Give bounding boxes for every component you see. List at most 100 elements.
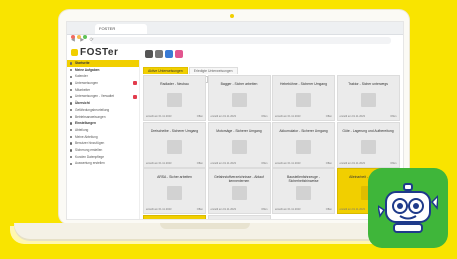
menu-icon <box>70 82 73 85</box>
sidebar-item[interactable]: Meine Abteilung <box>67 134 139 141</box>
menu-icon <box>70 102 73 105</box>
sidebar-item-label: Unterweisungen <box>75 81 99 86</box>
course-title: Bagger - Sicher arbeiten <box>220 82 258 86</box>
course-thumbnail-icon <box>296 139 311 154</box>
course-meta: Offen erstellt am 01.11.2023 <box>146 208 203 211</box>
sidebar-item[interactable]: Kalender <box>67 73 139 80</box>
course-date: erstellt am 01.11.2023 <box>210 208 236 211</box>
sidebar-item-label: Unterweisungen - Verwaltet <box>75 94 114 99</box>
course-thumbnail-icon <box>360 93 376 107</box>
sidebar-item[interactable]: Meine Aufgaben <box>67 67 139 74</box>
laptop-camera <box>230 14 234 18</box>
menu-icon <box>70 95 73 99</box>
course-meta: Offen erstellt am 01.11.2023 <box>211 162 268 165</box>
sidebar-item[interactable]: Startseite <box>67 60 139 67</box>
course-title: Hebebühne - Sicherer Umgang <box>280 82 327 86</box>
sidebar-item[interactable]: Betriebsanweisungen <box>67 114 139 121</box>
course-card[interactable]: Motorsäge - Sicherer Umgang Offen erstellt… <box>207 121 271 168</box>
course-thumbnail-icon <box>167 93 182 107</box>
menu-icon <box>70 122 73 125</box>
course-card[interactable]: Traktor - Sicher unterwegs Offen erstellt … <box>336 75 400 121</box>
sidebar-item-label: Übersicht <box>75 101 90 106</box>
course-card[interactable]: Akkumulator - Sicherer Umgang Offen erstel… <box>272 121 335 168</box>
sidebar-item[interactable]: Sicherung erstellen <box>67 147 139 154</box>
sidebar-item[interactable]: Unterweisungen <box>67 80 139 87</box>
sidebar: Startseite Meine Aufgaben Kalender Unterwei… <box>67 60 140 219</box>
course-card[interactable]: Teleskoplader - Sicherer UmgangOffenerst… <box>207 214 271 219</box>
robot-mascot-icon <box>378 183 438 233</box>
course-card[interactable]: Bagger - Sicher arbeiten Offen erstellt am… <box>207 75 271 121</box>
globe-icon[interactable] <box>165 50 173 58</box>
menu-icon <box>70 115 73 119</box>
browser-nav-icons[interactable]: ◀ ▶ ⟳ <box>71 37 96 43</box>
sidebar-item-label: Sicherung erstellen <box>75 147 103 152</box>
course-meta: Offen erstellt am 01.11.2023 <box>340 115 397 118</box>
course-title: Gefahrstoffverzeichnisse - Ablauf kennen… <box>214 175 264 183</box>
course-meta: Offen erstellt am 01.11.2023 <box>146 115 203 118</box>
logo-text: FOSTer <box>80 47 119 58</box>
grid-icon[interactable] <box>145 50 153 58</box>
menu-icon <box>70 68 73 72</box>
course-card[interactable]: Güte - Lagerung und Aufbereitung Offen ers… <box>336 121 400 168</box>
course-status: Offen <box>325 208 332 211</box>
course-title: Radlader - Neubau <box>160 82 189 86</box>
sidebar-item-label: Abteilung <box>75 127 89 132</box>
address-bar[interactable]: ◀ ▶ ⟳ <box>71 37 391 44</box>
sidebar-item[interactable]: Abteilung <box>67 127 139 134</box>
sidebar-item[interactable]: Benutzer hinzufügen <box>67 140 139 147</box>
course-title: Traktor - Sicher unterwegs <box>348 82 388 86</box>
course-date: erstellt am 01.11.2023 <box>210 115 236 118</box>
sidebar-item[interactable]: Unterweisungen - Verwaltet <box>67 93 139 100</box>
course-date: erstellt am 01.11.2023 <box>275 115 301 118</box>
sidebar-item[interactable]: Einstellungen <box>67 120 139 127</box>
image-icon[interactable] <box>175 50 183 58</box>
sidebar-item[interactable]: Auswertung erstellen <box>67 160 139 167</box>
course-title: Akkumulator - Sicherer Umgang <box>279 128 328 133</box>
menu-icon <box>70 109 73 112</box>
course-status: Offen <box>390 161 397 165</box>
course-meta: Offen erstellt am 01.11.2023 <box>211 115 268 118</box>
course-date: erstellt am 01.11.2023 <box>146 161 172 165</box>
menu-icon <box>70 75 73 78</box>
course-meta: Offen erstellt am 01.11.2023 <box>211 208 268 211</box>
course-thumbnail-icon <box>231 186 247 200</box>
course-date: erstellt am 01.11.2023 <box>210 161 236 165</box>
course-card[interactable]: Gefahrstoffverzeichnisse - Ablauf kennen… <box>207 168 271 214</box>
course-title: ARSA - Sicher arbeiten <box>157 175 192 179</box>
sidebar-item-label: Kunden Datenpflege <box>75 154 105 159</box>
laptop-hinge <box>160 223 250 229</box>
course-meta: Offen erstellt am 01.11.2023 <box>275 162 332 165</box>
course-card[interactable]: ARSA - Sicher arbeiten Offen erstellt am 0… <box>143 168 206 214</box>
browser-tab[interactable]: FOSTER <box>95 24 147 34</box>
course-thumbnail-icon <box>231 93 247 107</box>
menu-icon <box>70 162 73 165</box>
course-thumbnail-icon <box>360 139 376 154</box>
course-title: Güte - Lagerung und Aufbereitung <box>342 128 394 133</box>
course-thumbnail-icon <box>167 186 182 200</box>
sidebar-item-label: Auswertung erstellen <box>75 161 105 166</box>
course-status: Offen <box>196 208 203 211</box>
course-card[interactable]: Hebebühne - Sicherer Umgang Offen erstellt… <box>272 75 335 121</box>
sidebar-item[interactable]: Gefährdungsbeurteilung <box>67 107 139 114</box>
laptop-screen: FOSTER ◀ ▶ ⟳ FOSTer Startseite Meine Aufg… <box>66 21 404 220</box>
course-meta: Offen erstellt am 01.11.2023 <box>146 162 203 165</box>
course-card[interactable]: Baustellenfahrzeuge - Sicherheitshinweis… <box>272 168 335 214</box>
course-status: Offen <box>390 115 397 118</box>
sidebar-item[interactable]: Übersicht <box>67 100 139 107</box>
course-meta: Offen erstellt am 01.11.2023 <box>275 208 332 211</box>
sidebar-item[interactable]: Mitarbeiter <box>67 87 139 94</box>
course-meta: Offen erstellt am 01.11.2023 <box>275 115 332 118</box>
document-icon[interactable] <box>155 50 163 58</box>
course-card[interactable]: Radlader - Neubau Offen erstellt am 01.11.… <box>143 75 206 121</box>
course-status: Offen <box>325 161 332 165</box>
course-card[interactable]: Dreischeibe - Sicherer Umgang Offen erstel… <box>143 121 206 168</box>
course-title: Motorsäge - Sicherer Umgang <box>216 128 262 133</box>
course-status: Offen <box>261 115 268 118</box>
app-logo[interactable]: FOSTer <box>71 47 118 58</box>
course-date: erstellt am 01.11.2023 <box>275 208 301 211</box>
mascot-badge <box>368 168 448 248</box>
menu-icon <box>70 129 73 132</box>
course-card[interactable]: Erste Hilfe im Betrieb - Teil 1 (Allgeme… <box>143 214 206 219</box>
course-thumbnail-icon <box>167 139 182 154</box>
sidebar-item[interactable]: Kunden Datenpflege <box>67 154 139 161</box>
